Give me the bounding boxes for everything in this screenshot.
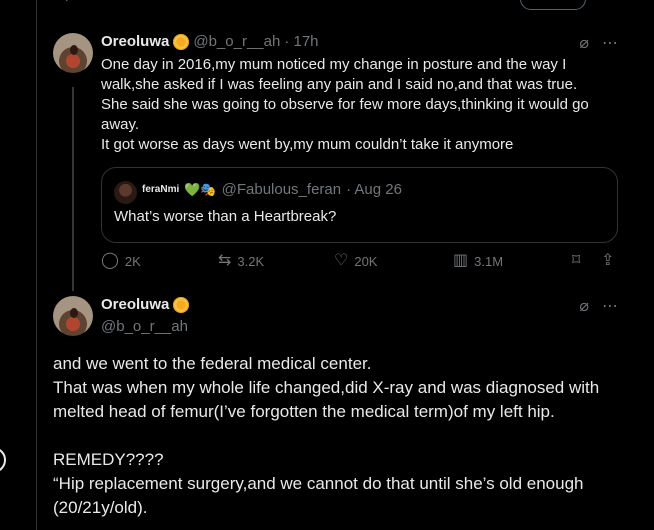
quoted-display-name: feraNmi — [142, 184, 180, 195]
post-body-line-6: “Hip replacement surgery,and we cannot d… — [53, 474, 584, 493]
avatar[interactable] — [53, 296, 93, 336]
reply-count: 2K — [124, 253, 141, 269]
like-button[interactable]: ♡ 20K — [334, 253, 377, 269]
repost-button[interactable]: ⇆ 3.2K — [218, 253, 264, 269]
side-circle-icon — [0, 447, 6, 473]
post-body-line-5: REMEDY???? — [53, 450, 164, 469]
post-body-line-5: It got worse as days went by,my mum coul… — [101, 136, 514, 153]
share-button[interactable]: ⇪ — [601, 253, 614, 269]
thread-post-2[interactable]: Oreoluwa @b_o_r__ah ⌀ ⋯ and we went to t… — [53, 296, 618, 526]
post-body-line-4: away. — [101, 116, 140, 133]
avatar[interactable] — [53, 33, 93, 73]
like-icon: ♡ — [334, 252, 349, 269]
reply-icon: ◯ — [101, 252, 119, 269]
post-body: One day in 2016,my mum noticed my change… — [101, 55, 621, 155]
top-follow-button-fragment[interactable] — [520, 0, 586, 10]
post-body-line-1: and we went to the federal medical cente… — [53, 354, 372, 373]
handle[interactable]: @b_o_r__ah — [193, 33, 280, 50]
grok-icon[interactable]: ⌀ — [579, 296, 589, 316]
post-body-line-4 — [53, 424, 633, 448]
views-icon: ▥ — [453, 252, 469, 269]
views-button[interactable]: ▥ 3.1M — [453, 253, 503, 269]
quoted-header: feraNmi 💚🎭 @Fabulous_feran · Aug 26 — [142, 181, 402, 198]
post-stats: ◯ 2K ⇆ 3.2K ♡ 20K ▥ 3.1M ⌑ ⇪ — [101, 253, 618, 273]
post-actions-right: ⌀ ⋯ — [579, 296, 618, 316]
handle[interactable]: @b_o_r__ah — [101, 318, 188, 335]
bookmark-button[interactable]: ⌑ — [572, 253, 580, 269]
share-icon: ⇪ — [601, 252, 615, 269]
post-body-line-1: One day in 2016,my mum noticed my change… — [101, 56, 567, 73]
grok-icon[interactable]: ⌀ — [579, 33, 589, 53]
post-header: Oreoluwa — [101, 296, 190, 313]
display-name[interactable]: Oreoluwa — [101, 296, 169, 313]
views-count: 3.1M — [474, 253, 504, 269]
post-body-line-2: walk,she asked if I was feeling any pain… — [101, 76, 578, 93]
post-body-line-7: (20/21y/old). — [53, 498, 148, 517]
sunflower-icon — [173, 296, 190, 313]
quoted-text: What’s worse than a Heartbreak? — [114, 208, 337, 225]
top-arrow-icon: ↳ — [60, 0, 72, 5]
quoted-avatar — [114, 181, 137, 204]
timestamp[interactable]: · 17h — [284, 33, 318, 50]
post-body-line-3: She said she was going to observe for fe… — [101, 96, 589, 113]
post-actions-right: ⌀ ⋯ — [579, 33, 618, 53]
top-more-icon[interactable]: ⋯ — [595, 0, 609, 5]
bookmark-icon: ⌑ — [572, 252, 581, 269]
quoted-emoji-icon: 💚🎭 — [184, 181, 217, 197]
more-icon[interactable]: ⋯ — [602, 33, 618, 53]
quoted-post[interactable]: feraNmi 💚🎭 @Fabulous_feran · Aug 26 What… — [101, 167, 618, 243]
sunflower-icon — [173, 33, 190, 50]
quoted-date: · Aug 26 — [346, 181, 402, 198]
post-body-line-2: That was when my whole life changed,did … — [53, 378, 600, 397]
repost-count: 3.2K — [237, 253, 265, 269]
thread-left-border — [36, 0, 37, 530]
display-name[interactable]: Oreoluwa — [101, 33, 169, 50]
thread-post-1[interactable]: Oreoluwa @b_o_r__ah · 17h ⌀ ⋯ One day in… — [53, 33, 618, 281]
like-count: 20K — [354, 253, 378, 269]
quoted-handle: @Fabulous_feran — [221, 181, 342, 198]
post-body: and we went to the federal medical cente… — [53, 352, 633, 520]
more-icon[interactable]: ⋯ — [602, 296, 618, 316]
post-header: Oreoluwa @b_o_r__ah · 17h — [101, 33, 319, 50]
repost-icon: ⇆ — [218, 252, 232, 269]
reply-button[interactable]: ◯ 2K — [101, 253, 141, 269]
post-body-line-3: melted head of femur(I’ve forgotten the … — [53, 402, 555, 421]
